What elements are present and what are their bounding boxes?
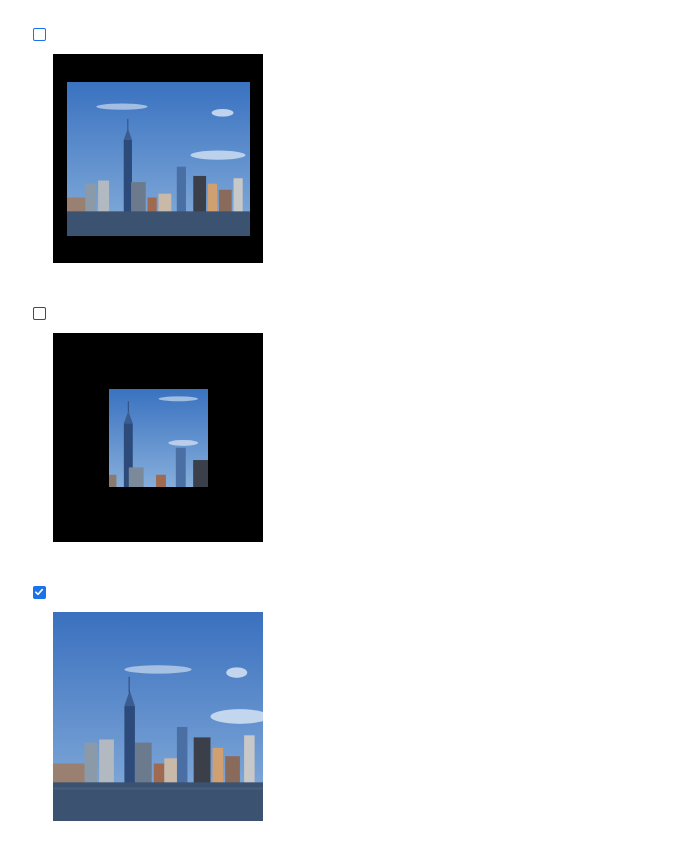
skyline-image <box>67 82 250 236</box>
option-3-image-frame[interactable] <box>53 612 263 821</box>
option-2-image-frame[interactable] <box>53 333 263 542</box>
skyline-image <box>109 389 208 487</box>
option-2-checkbox[interactable] <box>33 307 46 320</box>
option-1-checkbox[interactable] <box>33 28 46 41</box>
option-1-image-frame[interactable] <box>53 54 263 263</box>
checkmark-icon <box>34 588 44 596</box>
skyline-image <box>53 612 263 821</box>
option-3-checkbox[interactable] <box>33 586 46 599</box>
